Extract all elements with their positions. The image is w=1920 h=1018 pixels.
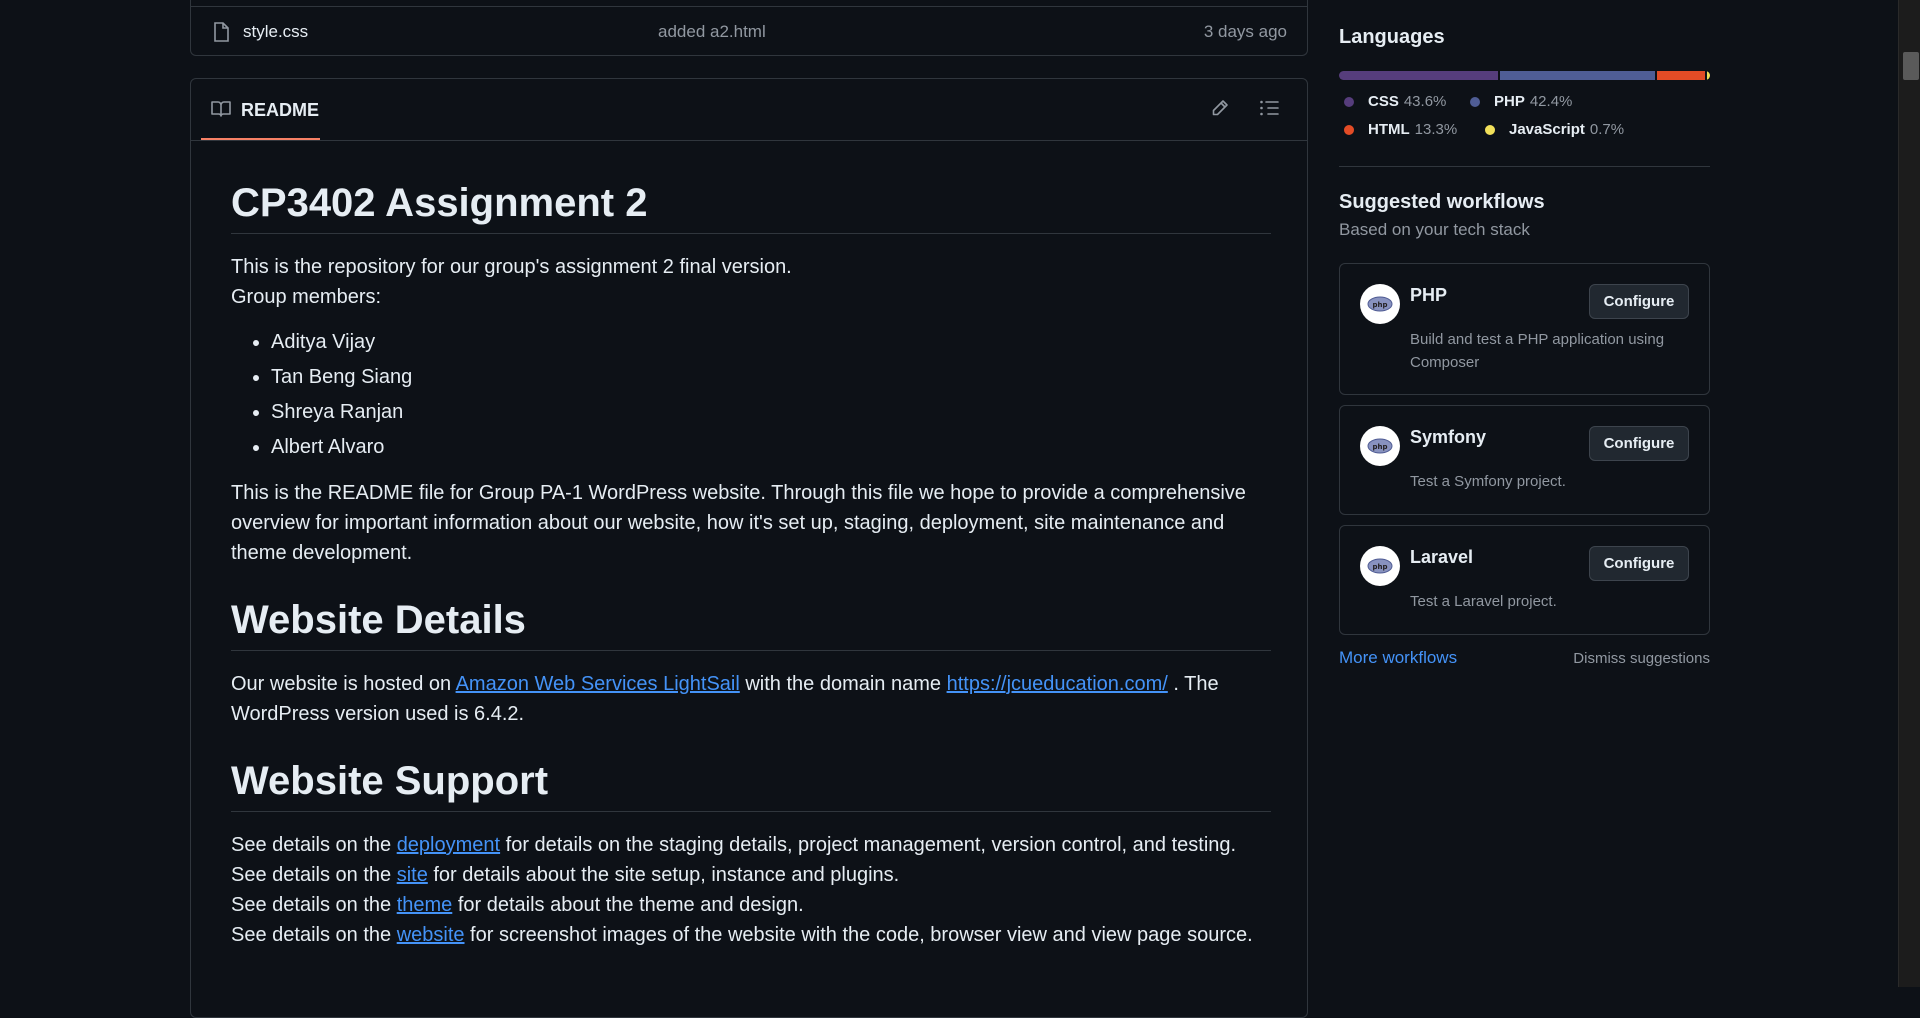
deployment-link[interactable]: deployment [397, 834, 500, 856]
lang-percent: 43.6% [1403, 93, 1447, 110]
workflow-name: Symfony [1410, 427, 1487, 447]
configure-button[interactable]: Configure [1589, 284, 1689, 319]
workflow-name: PHP [1410, 285, 1448, 305]
theme-link[interactable]: theme [397, 894, 453, 916]
readme-header: README [191, 79, 1307, 141]
scrollbar-thumb[interactable] [1903, 52, 1919, 80]
domain-link[interactable]: https://jcueducation.com/ [947, 673, 1168, 695]
dismiss-suggestions-link[interactable]: Dismiss suggestions [1573, 650, 1710, 667]
workflow-description: Test a Symfony project. [1410, 473, 1566, 490]
lang-percent: 42.4% [1529, 93, 1573, 110]
edit-button[interactable] [1207, 97, 1233, 123]
php-logo-icon: php [1360, 426, 1400, 466]
support-text: for screenshot images of the website wit… [464, 924, 1253, 946]
file-row[interactable]: style.css added a2.html 3 days ago [190, 0, 1308, 56]
row-divider [191, 6, 1307, 7]
lang-name: JavaScript [1509, 121, 1585, 138]
lang-name: PHP [1494, 93, 1525, 110]
commit-message[interactable]: added a2.html [658, 22, 766, 42]
scrollbar[interactable] [1898, 0, 1920, 987]
support-text: for details about the theme and design. [452, 894, 804, 916]
support-heading: Website Support [231, 757, 1271, 812]
support-text: for details on the staging details, proj… [500, 834, 1237, 856]
svg-text:php: php [1372, 563, 1387, 571]
configure-button[interactable]: Configure [1589, 426, 1689, 461]
tab-readme[interactable]: README [201, 79, 320, 140]
file-icon [213, 22, 229, 47]
list-item: Shreya Ranjan [271, 395, 1271, 430]
support-lines: See details on the deployment for detail… [231, 830, 1271, 950]
lang-dot [1344, 96, 1354, 107]
lang-percent: 13.3% [1414, 121, 1458, 138]
readme-title: CP3402 Assignment 2 [231, 179, 1271, 234]
php-logo-icon: php [1360, 546, 1400, 586]
languages-heading: Languages [1339, 26, 1445, 48]
workflow-card-php: php PHP Configure Build and test a PHP a… [1339, 263, 1710, 395]
list-icon [1259, 99, 1279, 122]
more-workflows-link[interactable]: More workflows [1339, 648, 1457, 668]
details-text: with the domain name [739, 673, 947, 695]
sidebar-divider [1339, 166, 1710, 167]
language-bar[interactable] [1339, 71, 1710, 80]
lang-name: HTML [1368, 121, 1410, 138]
details-paragraph: Our website is hosted on Amazon Web Serv… [231, 669, 1271, 729]
details-text: Our website is hosted on [231, 673, 456, 695]
details-heading: Website Details [231, 596, 1271, 651]
support-text: See details on the [231, 864, 397, 886]
php-logo-icon: php [1360, 284, 1400, 324]
workflows-heading: Suggested workflows [1339, 191, 1545, 213]
workflows-subheading: Based on your tech stack [1339, 220, 1530, 239]
readme-content: CP3402 Assignment 2 This is the reposito… [231, 179, 1271, 950]
lang-bar-segment [1499, 71, 1655, 80]
support-line: See details on the theme for details abo… [231, 890, 1271, 920]
outline-button[interactable] [1256, 97, 1282, 123]
commit-date: 3 days ago [1203, 22, 1287, 41]
support-line: See details on the site for details abou… [231, 860, 1271, 890]
workflow-description: Build and test a PHP application using C… [1410, 331, 1665, 371]
svg-text:php: php [1372, 443, 1387, 451]
support-text: See details on the [231, 834, 397, 856]
website-link[interactable]: website [397, 924, 465, 946]
support-text: See details on the [231, 924, 397, 946]
lang-legend-html[interactable]: HTML 13.3% [1344, 121, 1457, 138]
support-text: See details on the [231, 894, 397, 916]
site-link[interactable]: site [397, 864, 428, 886]
intro-line-1: This is the repository for our group's a… [231, 256, 792, 278]
workflow-description: Test a Laravel project. [1410, 593, 1557, 610]
lang-bar-segment [1706, 71, 1710, 80]
lang-dot [1485, 124, 1495, 135]
lang-bar-segment [1339, 71, 1498, 80]
lang-bar-segment [1656, 71, 1705, 80]
aws-lightsail-link[interactable]: Amazon Web Services LightSail [456, 673, 740, 695]
workflow-card-symfony: php Symfony Configure Test a Symfony pro… [1339, 405, 1710, 515]
support-text: for details about the site setup, instan… [427, 864, 900, 886]
intro-line-2: Group members: [231, 286, 382, 308]
lang-percent: 0.7% [1589, 121, 1625, 138]
pencil-icon [1211, 99, 1229, 122]
book-icon [211, 101, 231, 122]
file-name-link[interactable]: style.css [243, 22, 308, 42]
list-item: Aditya Vijay [271, 325, 1271, 360]
support-line: See details on the deployment for detail… [231, 830, 1271, 860]
readme-panel: README CP3402 Assignment 2 This is the r… [190, 78, 1308, 1018]
support-line: See details on the website for screensho… [231, 920, 1271, 950]
lang-name: CSS [1368, 93, 1399, 110]
member-list: Aditya Vijay Tan Beng Siang Shreya Ranja… [231, 325, 1271, 465]
list-item: Albert Alvaro [271, 430, 1271, 465]
overview-paragraph: This is the README file for Group PA-1 W… [231, 482, 1246, 564]
configure-button[interactable]: Configure [1589, 546, 1689, 581]
workflow-name: Laravel [1410, 547, 1474, 567]
lang-dot [1470, 96, 1480, 107]
lang-legend-javascript[interactable]: JavaScript 0.7% [1485, 121, 1624, 138]
readme-tab-label: README [241, 100, 320, 120]
lang-legend-php[interactable]: PHP 42.4% [1470, 93, 1572, 110]
lang-legend-css[interactable]: CSS 43.6% [1344, 93, 1446, 110]
workflow-card-laravel: php Laravel Configure Test a Laravel pro… [1339, 525, 1710, 635]
list-item: Tan Beng Siang [271, 360, 1271, 395]
svg-text:php: php [1372, 301, 1387, 309]
lang-dot [1344, 124, 1354, 135]
